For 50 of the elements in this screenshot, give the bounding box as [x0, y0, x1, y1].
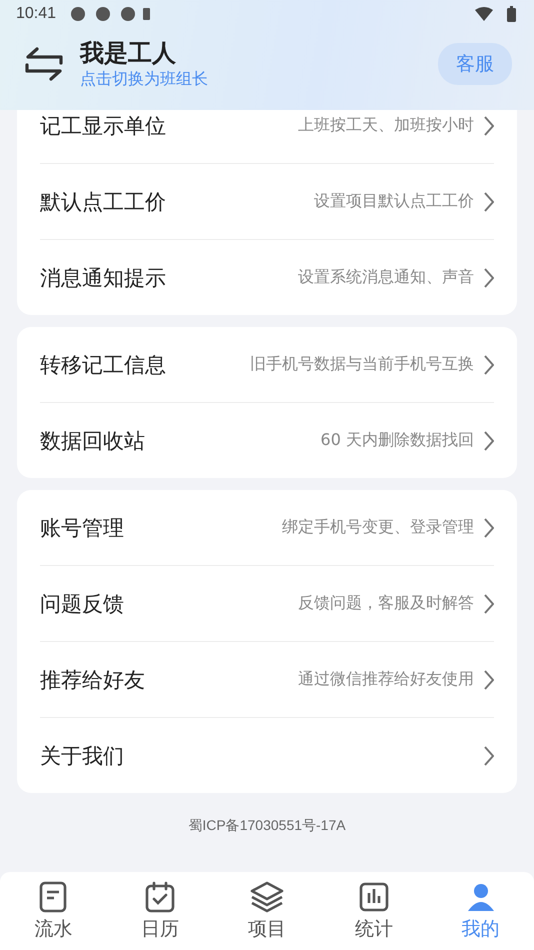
chevron-icon	[484, 518, 494, 538]
settings-row[interactable]: 转移记工信息 旧手机号数据与当前手机号互换	[40, 327, 494, 402]
chevron-icon	[484, 594, 494, 614]
row-hint: 绑定手机号变更、登录管理	[281, 517, 474, 538]
wifi-icon	[475, 7, 493, 21]
settings-row[interactable]: 消息通知提示 设置系统消息通知、声音	[40, 239, 494, 315]
nav-tab[interactable]: 统计	[320, 872, 428, 950]
notification-icon	[70, 6, 150, 22]
settings-row[interactable]: 问题反馈 反馈问题，客服及时解答	[40, 565, 494, 641]
row-hint: 反馈问题，客服及时解答	[297, 593, 474, 614]
chevron-icon	[484, 670, 494, 690]
chevron-icon	[484, 746, 494, 766]
chevron-icon	[484, 116, 494, 136]
chevron-icon	[484, 354, 494, 374]
chevron-icon	[484, 192, 494, 212]
row-hint: 60 天内删除数据找回	[320, 430, 474, 451]
row-hint: 旧手机号数据与当前手机号互换	[249, 354, 474, 375]
calendar-icon	[144, 880, 176, 912]
row-label: 数据回收站	[40, 428, 145, 454]
settings-row[interactable]: 数据回收站 60 天内删除数据找回	[40, 402, 494, 478]
settings-row[interactable]: 账号管理 绑定手机号变更、登录管理	[40, 490, 494, 565]
status-time: 10:41	[16, 5, 56, 23]
layers-icon	[250, 880, 284, 912]
settings-row[interactable]: 关于我们	[40, 717, 494, 793]
row-label: 记工显示单位	[40, 112, 166, 140]
switch-icon[interactable]	[25, 47, 63, 81]
row-label: 账号管理	[40, 514, 124, 542]
row-label: 转移记工信息	[40, 352, 166, 378]
chart-icon	[358, 880, 390, 912]
settings-row[interactable]: 默认点工工价 设置项目默认点工工价	[40, 163, 494, 239]
settings-row[interactable]: 推荐给好友 通过微信推荐给好友使用	[40, 641, 494, 717]
row-label: 问题反馈	[40, 590, 124, 618]
row-hint: 上班按工天、加班按小时	[297, 115, 474, 136]
battery-icon	[507, 6, 516, 22]
chevron-icon	[484, 430, 494, 450]
row-hint: 设置系统消息通知、声音	[297, 267, 474, 288]
nav-tab[interactable]: 日历	[106, 872, 214, 950]
row-label: 默认点工工价	[40, 188, 166, 216]
role-title: 我是工人	[80, 38, 177, 68]
chevron-icon	[484, 268, 494, 288]
icp-text: 蜀ICP备17030551号-17A	[187, 817, 347, 835]
nav-tab[interactable]: 流水	[0, 872, 107, 950]
document-icon	[38, 880, 68, 912]
row-label: 推荐给好友	[40, 666, 145, 694]
row-label: 消息通知提示	[40, 264, 166, 292]
row-hint: 设置项目默认点工工价	[313, 191, 474, 212]
settings-row[interactable]: 记工显示单位 上班按工天、加班按小时	[40, 110, 494, 163]
row-hint: 通过微信推荐给好友使用	[297, 669, 474, 690]
row-label: 关于我们	[40, 742, 124, 770]
nav-tab[interactable]: 项目	[214, 872, 320, 950]
